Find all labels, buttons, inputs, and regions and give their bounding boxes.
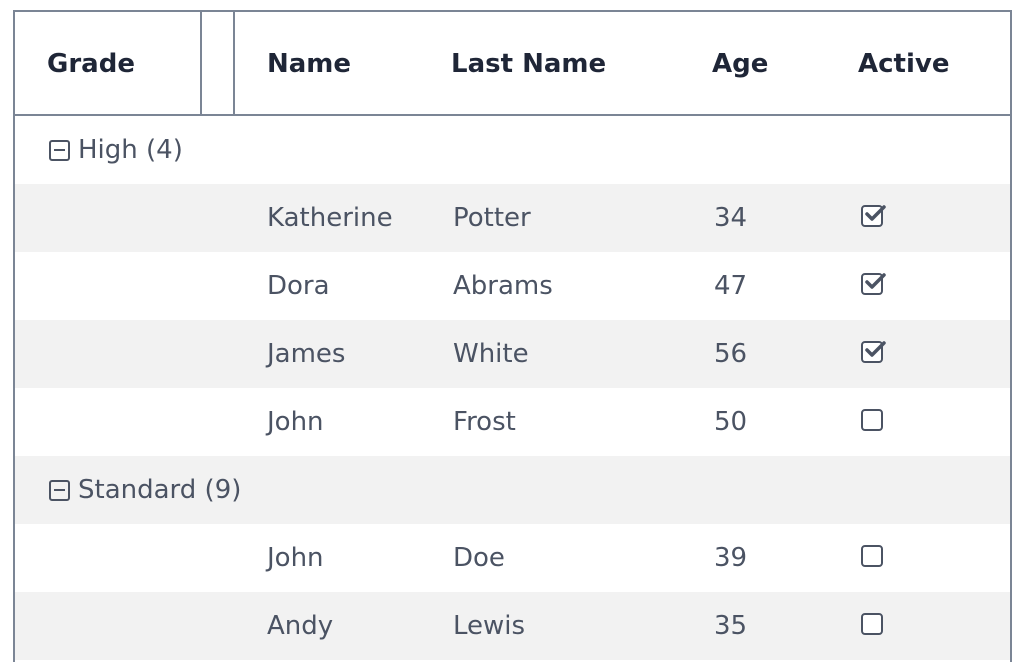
column-separator xyxy=(233,12,235,114)
cell-age: 47 xyxy=(714,271,748,301)
column-resize-handle[interactable] xyxy=(200,12,202,114)
active-checkbox-unchecked[interactable] xyxy=(861,613,883,635)
group-row-high[interactable]: High (4) xyxy=(15,116,1010,184)
cell-age: 39 xyxy=(714,543,748,573)
table-row[interactable]: Dora Abrams 47 xyxy=(15,252,1010,320)
group-toggle[interactable]: Standard (9) xyxy=(49,456,241,524)
table-row[interactable]: John Frost 50 xyxy=(15,388,1010,456)
group-row-standard[interactable]: Standard (9) xyxy=(15,456,1010,524)
active-checkbox-unchecked[interactable] xyxy=(861,545,883,567)
active-checkbox-checked[interactable] xyxy=(861,205,886,227)
collapse-icon[interactable] xyxy=(49,479,70,501)
column-header-last-name[interactable]: Last Name xyxy=(451,12,606,114)
cell-last-name: Abrams xyxy=(453,271,553,301)
column-header-active[interactable]: Active xyxy=(858,12,949,114)
group-toggle[interactable]: High (4) xyxy=(49,116,183,184)
cell-last-name: Lewis xyxy=(453,611,526,641)
table-row[interactable]: James White 56 xyxy=(15,320,1010,388)
cell-last-name: Potter xyxy=(453,203,531,233)
table-row[interactable]: John Doe 39 xyxy=(15,524,1010,592)
cell-age: 56 xyxy=(714,339,748,369)
table-row[interactable]: Katherine Potter 34 xyxy=(15,184,1010,252)
cell-age: 50 xyxy=(714,407,748,437)
active-checkbox-unchecked[interactable] xyxy=(861,409,883,431)
active-checkbox-checked[interactable] xyxy=(861,341,886,363)
cell-last-name: Frost xyxy=(453,407,516,437)
cell-name: Andy xyxy=(267,611,334,641)
cell-name: Katherine xyxy=(267,203,393,233)
cell-last-name: White xyxy=(453,339,529,369)
cell-age: 34 xyxy=(714,203,748,233)
collapse-icon[interactable] xyxy=(49,139,70,161)
cell-name: Dora xyxy=(267,271,330,301)
column-header-age[interactable]: Age xyxy=(712,12,768,114)
grid-header: Grade Name Last Name Age Active xyxy=(15,12,1010,116)
cell-last-name: Doe xyxy=(453,543,505,573)
data-grid: Grade Name Last Name Age Active High (4)… xyxy=(13,10,1012,662)
group-label: High (4) xyxy=(78,135,183,165)
cell-age: 35 xyxy=(714,611,748,641)
group-label: Standard (9) xyxy=(78,475,242,505)
cell-name: John xyxy=(267,407,324,437)
cell-name: John xyxy=(267,543,324,573)
cell-name: James xyxy=(267,339,346,369)
column-header-grade[interactable]: Grade xyxy=(47,12,135,114)
table-row[interactable]: Andy Lewis 35 xyxy=(15,592,1010,660)
column-header-name[interactable]: Name xyxy=(267,12,351,114)
active-checkbox-checked[interactable] xyxy=(861,273,886,295)
